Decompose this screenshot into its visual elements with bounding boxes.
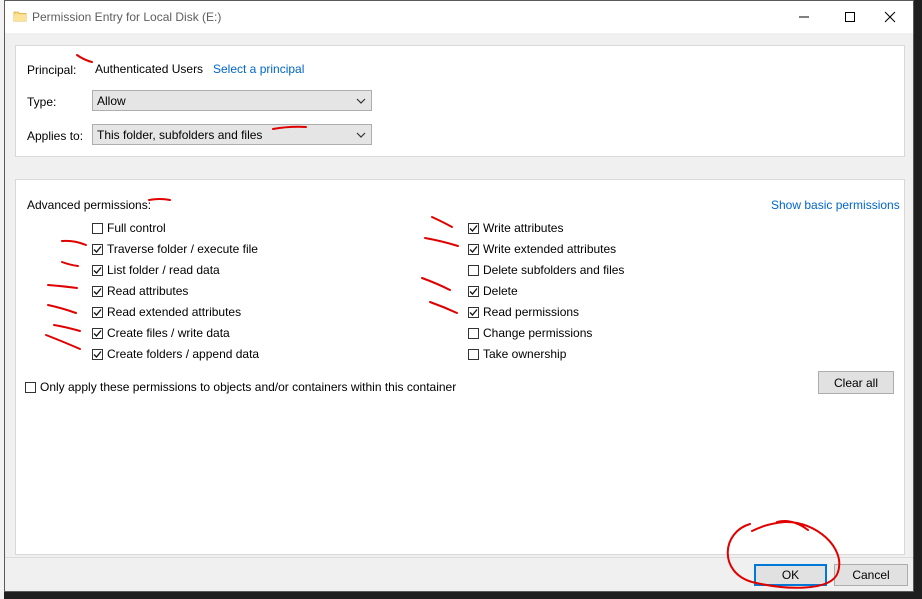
checkmark-icon xyxy=(93,350,102,358)
permission-write-attributes[interactable]: Write attributes xyxy=(468,220,563,236)
checkmark-icon xyxy=(469,308,478,316)
permission-create-folders-append-data[interactable]: Create folders / append data xyxy=(92,346,259,362)
checkmark-icon xyxy=(469,224,478,232)
permission-label: Write attributes xyxy=(483,221,564,235)
advanced-permissions-panel: Advanced permissions: Show basic permiss… xyxy=(15,179,905,555)
permission-checkbox[interactable] xyxy=(468,348,479,360)
permission-entry-dialog: Permission Entry for Local Disk (E:) Pri… xyxy=(4,0,914,592)
permission-checkbox[interactable] xyxy=(468,306,479,318)
checkmark-icon xyxy=(469,245,478,253)
permission-checkbox[interactable] xyxy=(92,327,103,339)
permission-checkbox[interactable] xyxy=(92,243,103,255)
title-bar: Permission Entry for Local Disk (E:) xyxy=(5,1,913,33)
permission-label: Delete subfolders and files xyxy=(483,263,625,277)
minimize-button[interactable] xyxy=(781,1,827,33)
permission-traverse-folder-execute-file[interactable]: Traverse folder / execute file xyxy=(92,241,258,257)
only-apply-label: Only apply these permissions to objects … xyxy=(40,380,457,394)
maximize-icon xyxy=(845,12,855,22)
permission-checkbox[interactable] xyxy=(468,243,479,255)
show-basic-permissions-link[interactable]: Show basic permissions xyxy=(771,198,900,212)
permission-label: List folder / read data xyxy=(107,263,220,277)
chevron-down-icon xyxy=(356,98,366,104)
permission-delete-subfolders-and-files[interactable]: Delete subfolders and files xyxy=(468,262,624,278)
cancel-button[interactable]: Cancel xyxy=(834,564,908,586)
only-apply-checkbox[interactable] xyxy=(25,381,36,393)
footer-divider xyxy=(5,557,913,558)
checkmark-icon xyxy=(93,266,102,274)
permission-label: Traverse folder / execute file xyxy=(107,242,258,256)
window-title: Permission Entry for Local Disk (E:) xyxy=(32,10,222,24)
select-principal-link[interactable]: Select a principal xyxy=(213,62,304,76)
advanced-permissions-label: Advanced permissions: xyxy=(27,198,152,212)
permission-list-folder-read-data[interactable]: List folder / read data xyxy=(92,262,220,278)
permission-label: Take ownership xyxy=(483,347,567,361)
permission-delete[interactable]: Delete xyxy=(468,283,518,299)
checkmark-icon xyxy=(93,287,102,295)
permission-label: Create files / write data xyxy=(107,326,230,340)
permission-checkbox[interactable] xyxy=(468,264,479,276)
permission-take-ownership[interactable]: Take ownership xyxy=(468,346,566,362)
checkmark-icon xyxy=(469,287,478,295)
checkmark-icon xyxy=(93,329,102,337)
permission-read-permissions[interactable]: Read permissions xyxy=(468,304,579,320)
folder-icon xyxy=(13,11,27,22)
ok-button[interactable]: OK xyxy=(754,564,827,586)
checkmark-icon xyxy=(93,308,102,316)
applies-to-dropdown[interactable]: This folder, subfolders and files xyxy=(92,124,372,145)
checkmark-icon xyxy=(93,245,102,253)
principal-value: Authenticated Users xyxy=(95,62,204,76)
minimize-icon xyxy=(799,16,809,18)
permission-checkbox[interactable] xyxy=(92,306,103,318)
permission-label: Create folders / append data xyxy=(107,347,260,361)
type-dropdown-value: Allow xyxy=(97,94,126,108)
close-icon xyxy=(884,11,896,23)
principal-label: Principal: xyxy=(27,63,77,77)
permission-checkbox[interactable] xyxy=(468,327,479,339)
type-dropdown[interactable]: Allow xyxy=(92,90,372,111)
permission-checkbox[interactable] xyxy=(468,285,479,297)
applies-to-label: Applies to: xyxy=(27,129,84,143)
permission-change-permissions[interactable]: Change permissions xyxy=(468,325,592,341)
permission-label: Change permissions xyxy=(483,326,593,340)
applies-to-dropdown-value: This folder, subfolders and files xyxy=(97,128,263,142)
permission-create-files-write-data[interactable]: Create files / write data xyxy=(92,325,230,341)
chevron-down-icon xyxy=(356,132,366,138)
permission-checkbox[interactable] xyxy=(92,264,103,276)
permission-read-attributes[interactable]: Read attributes xyxy=(92,283,188,299)
only-apply-option[interactable]: Only apply these permissions to objects … xyxy=(25,379,456,395)
permission-checkbox[interactable] xyxy=(92,222,103,234)
principal-panel: Principal: Authenticated Users Select a … xyxy=(15,45,905,157)
permission-write-extended-attributes[interactable]: Write extended attributes xyxy=(468,241,616,257)
permission-label: Read extended attributes xyxy=(107,305,242,319)
permission-checkbox[interactable] xyxy=(92,348,103,360)
type-label: Type: xyxy=(27,95,57,109)
permission-checkbox[interactable] xyxy=(92,285,103,297)
permission-checkbox[interactable] xyxy=(468,222,479,234)
close-button[interactable] xyxy=(867,1,913,33)
permission-label: Read permissions xyxy=(483,305,580,319)
permission-full-control[interactable]: Full control xyxy=(92,220,166,236)
permission-read-extended-attributes[interactable]: Read extended attributes xyxy=(92,304,241,320)
permission-label: Read attributes xyxy=(107,284,189,298)
permission-label: Full control xyxy=(107,221,166,235)
clear-all-button[interactable]: Clear all xyxy=(818,371,894,394)
permission-label: Delete xyxy=(483,284,518,298)
permission-label: Write extended attributes xyxy=(483,242,617,256)
